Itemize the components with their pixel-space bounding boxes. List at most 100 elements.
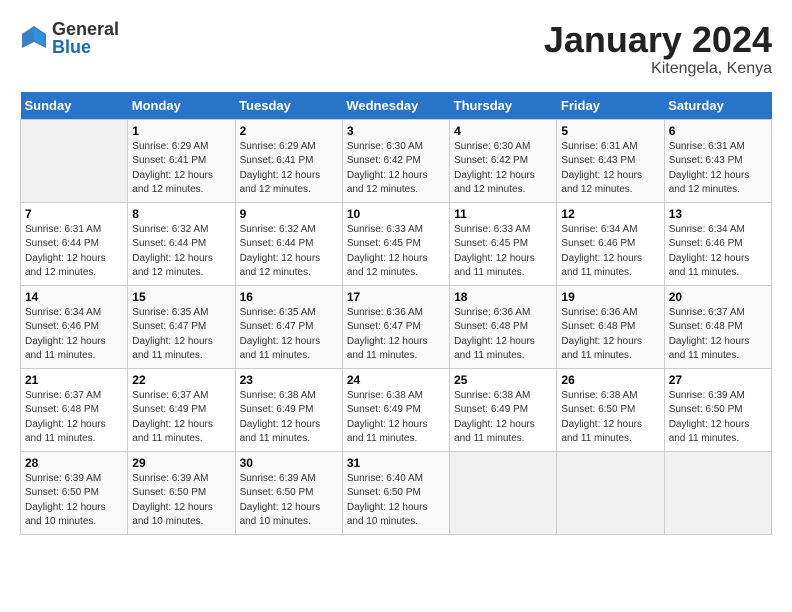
- page: General Blue January 2024 Kitengela, Ken…: [0, 0, 792, 545]
- table-row: 7Sunrise: 6:31 AMSunset: 6:44 PMDaylight…: [21, 202, 128, 285]
- day-number: 16: [240, 290, 338, 304]
- title-block: January 2024 Kitengela, Kenya: [544, 20, 772, 78]
- table-row: 4 Sunrise: 6:30 AMSunset: 6:42 PMDaylight…: [450, 119, 557, 202]
- day-number: 20: [669, 290, 767, 304]
- day-info: Sunrise: 6:32 AMSunset: 6:44 PMDaylight:…: [132, 223, 230, 281]
- table-row: 28 Sunrise: 6:39 AMSunset: 6:50 PMDayligh…: [21, 451, 128, 534]
- day-info: Sunrise: 6:36 AMSunset: 6:47 PMDaylight:…: [347, 306, 445, 364]
- day-info: Sunrise: 6:36 AMSunset: 6:48 PMDaylight:…: [561, 306, 659, 364]
- logo-text: General Blue: [52, 20, 119, 56]
- table-row: 26 Sunrise: 6:38 AMSunset: 6:50 PMDayligh…: [557, 368, 664, 451]
- table-row: 30 Sunrise: 6:39 AMSunset: 6:50 PMDayligh…: [235, 451, 342, 534]
- week-row-2: 14Sunrise: 6:34 AMSunset: 6:46 PMDayligh…: [21, 285, 772, 368]
- calendar-table: Sunday Monday Tuesday Wednesday Thursday…: [20, 92, 772, 535]
- table-row: 14Sunrise: 6:34 AMSunset: 6:46 PMDayligh…: [21, 285, 128, 368]
- day-number: 15: [132, 290, 230, 304]
- day-info: Sunrise: 6:31 AMSunset: 6:43 PMDaylight:…: [561, 140, 659, 198]
- day-info: Sunrise: 6:30 AMSunset: 6:42 PMDaylight:…: [454, 140, 552, 198]
- day-number: 21: [25, 373, 123, 387]
- header-thursday: Thursday: [450, 92, 557, 120]
- day-info: Sunrise: 6:35 AMSunset: 6:47 PMDaylight:…: [240, 306, 338, 364]
- day-info: Sunrise: 6:37 AMSunset: 6:49 PMDaylight:…: [132, 389, 230, 447]
- day-info: Sunrise: 6:34 AMSunset: 6:46 PMDaylight:…: [669, 223, 767, 281]
- logo-general-label: General: [52, 20, 119, 38]
- table-row: 1Sunrise: 6:29 AMSunset: 6:41 PMDaylight…: [128, 119, 235, 202]
- table-row: 3Sunrise: 6:30 AMSunset: 6:42 PMDaylight…: [342, 119, 449, 202]
- day-info: Sunrise: 6:39 AMSunset: 6:50 PMDaylight:…: [669, 389, 767, 447]
- calendar-header: Sunday Monday Tuesday Wednesday Thursday…: [21, 92, 772, 120]
- day-number: 30: [240, 456, 338, 470]
- day-info: Sunrise: 6:39 AMSunset: 6:50 PMDaylight:…: [25, 472, 123, 530]
- table-row: 2 Sunrise: 6:29 AMSunset: 6:41 PMDaylight…: [235, 119, 342, 202]
- day-number: 19: [561, 290, 659, 304]
- table-row: 16 Sunrise: 6:35 AMSunset: 6:47 PMDayligh…: [235, 285, 342, 368]
- day-info: Sunrise: 6:37 AMSunset: 6:48 PMDaylight:…: [25, 389, 123, 447]
- header-tuesday: Tuesday: [235, 92, 342, 120]
- header-friday: Friday: [557, 92, 664, 120]
- logo: General Blue: [20, 20, 119, 56]
- day-number: 11: [454, 207, 552, 221]
- table-row: 29 Sunrise: 6:39 AMSunset: 6:50 PMDayligh…: [128, 451, 235, 534]
- week-row-0: 1Sunrise: 6:29 AMSunset: 6:41 PMDaylight…: [21, 119, 772, 202]
- header-monday: Monday: [128, 92, 235, 120]
- calendar-body: 1Sunrise: 6:29 AMSunset: 6:41 PMDaylight…: [21, 119, 772, 534]
- table-row: [557, 451, 664, 534]
- logo-blue-label: Blue: [52, 38, 119, 56]
- table-row: 6 Sunrise: 6:31 AMSunset: 6:43 PMDaylight…: [664, 119, 771, 202]
- table-row: 18Sunrise: 6:36 AMSunset: 6:48 PMDayligh…: [450, 285, 557, 368]
- table-row: 23 Sunrise: 6:38 AMSunset: 6:49 PMDayligh…: [235, 368, 342, 451]
- table-row: 27Sunrise: 6:39 AMSunset: 6:50 PMDayligh…: [664, 368, 771, 451]
- day-number: 25: [454, 373, 552, 387]
- table-row: 9 Sunrise: 6:32 AMSunset: 6:44 PMDaylight…: [235, 202, 342, 285]
- day-info: Sunrise: 6:29 AMSunset: 6:41 PMDaylight:…: [240, 140, 338, 198]
- header-sunday: Sunday: [21, 92, 128, 120]
- header-wednesday: Wednesday: [342, 92, 449, 120]
- day-number: 9: [240, 207, 338, 221]
- table-row: 13 Sunrise: 6:34 AMSunset: 6:46 PMDayligh…: [664, 202, 771, 285]
- day-number: 18: [454, 290, 552, 304]
- day-info: Sunrise: 6:38 AMSunset: 6:49 PMDaylight:…: [347, 389, 445, 447]
- day-number: 31: [347, 456, 445, 470]
- table-row: 24Sunrise: 6:38 AMSunset: 6:49 PMDayligh…: [342, 368, 449, 451]
- table-row: 10Sunrise: 6:33 AMSunset: 6:45 PMDayligh…: [342, 202, 449, 285]
- table-row: 15 Sunrise: 6:35 AMSunset: 6:47 PMDayligh…: [128, 285, 235, 368]
- day-info: Sunrise: 6:32 AMSunset: 6:44 PMDaylight:…: [240, 223, 338, 281]
- day-info: Sunrise: 6:34 AMSunset: 6:46 PMDaylight:…: [561, 223, 659, 281]
- day-number: 29: [132, 456, 230, 470]
- table-row: 21 Sunrise: 6:37 AMSunset: 6:48 PMDayligh…: [21, 368, 128, 451]
- day-info: Sunrise: 6:35 AMSunset: 6:47 PMDaylight:…: [132, 306, 230, 364]
- day-number: 13: [669, 207, 767, 221]
- day-info: Sunrise: 6:39 AMSunset: 6:50 PMDaylight:…: [132, 472, 230, 530]
- table-row: 5 Sunrise: 6:31 AMSunset: 6:43 PMDaylight…: [557, 119, 664, 202]
- table-row: 11Sunrise: 6:33 AMSunset: 6:45 PMDayligh…: [450, 202, 557, 285]
- logo-icon: [20, 24, 48, 52]
- month-title: January 2024: [544, 20, 772, 60]
- day-number: 4: [454, 124, 552, 138]
- day-info: Sunrise: 6:38 AMSunset: 6:50 PMDaylight:…: [561, 389, 659, 447]
- day-number: 6: [669, 124, 767, 138]
- day-number: 5: [561, 124, 659, 138]
- day-number: 26: [561, 373, 659, 387]
- table-row: 31Sunrise: 6:40 AMSunset: 6:50 PMDayligh…: [342, 451, 449, 534]
- day-info: Sunrise: 6:29 AMSunset: 6:41 PMDaylight:…: [132, 140, 230, 198]
- table-row: 17Sunrise: 6:36 AMSunset: 6:47 PMDayligh…: [342, 285, 449, 368]
- week-row-1: 7Sunrise: 6:31 AMSunset: 6:44 PMDaylight…: [21, 202, 772, 285]
- location: Kitengela, Kenya: [544, 60, 772, 78]
- day-number: 23: [240, 373, 338, 387]
- day-info: Sunrise: 6:30 AMSunset: 6:42 PMDaylight:…: [347, 140, 445, 198]
- day-info: Sunrise: 6:39 AMSunset: 6:50 PMDaylight:…: [240, 472, 338, 530]
- table-row: [664, 451, 771, 534]
- table-row: 12Sunrise: 6:34 AMSunset: 6:46 PMDayligh…: [557, 202, 664, 285]
- day-number: 28: [25, 456, 123, 470]
- header-saturday: Saturday: [664, 92, 771, 120]
- header-row: Sunday Monday Tuesday Wednesday Thursday…: [21, 92, 772, 120]
- week-row-3: 21 Sunrise: 6:37 AMSunset: 6:48 PMDayligh…: [21, 368, 772, 451]
- table-row: 22 Sunrise: 6:37 AMSunset: 6:49 PMDayligh…: [128, 368, 235, 451]
- day-number: 14: [25, 290, 123, 304]
- day-info: Sunrise: 6:38 AMSunset: 6:49 PMDaylight:…: [240, 389, 338, 447]
- day-number: 22: [132, 373, 230, 387]
- day-number: 2: [240, 124, 338, 138]
- table-row: 19 Sunrise: 6:36 AMSunset: 6:48 PMDayligh…: [557, 285, 664, 368]
- table-row: 25Sunrise: 6:38 AMSunset: 6:49 PMDayligh…: [450, 368, 557, 451]
- day-info: Sunrise: 6:31 AMSunset: 6:43 PMDaylight:…: [669, 140, 767, 198]
